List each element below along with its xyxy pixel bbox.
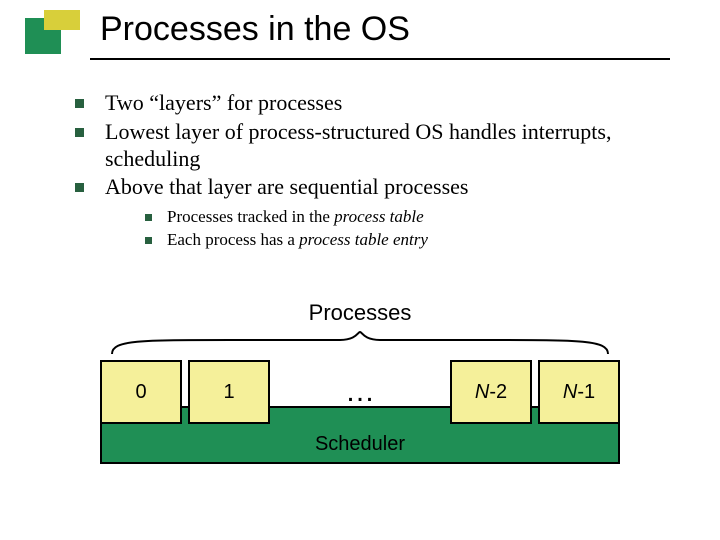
bullet-item: Lowest layer of process-structured OS ha… — [75, 119, 675, 173]
slide-title: Processes in the OS — [100, 10, 410, 49]
sub-bullet-list: Processes tracked in the process table E… — [105, 207, 675, 250]
process-box-label: N-2 — [475, 381, 507, 404]
var-suffix: -2 — [489, 381, 507, 403]
ellipsis-text: … — [345, 375, 375, 409]
process-boxes-row: 0 1 … N-2 N-1 — [100, 360, 620, 424]
curly-brace-icon — [110, 330, 610, 356]
var-n: N — [563, 381, 577, 403]
process-box-0: 0 — [100, 360, 182, 424]
scheduler-label: Scheduler — [315, 433, 405, 456]
sub-bullet-text: Processes tracked in the — [167, 207, 334, 226]
process-box-ellipsis: … — [270, 360, 450, 424]
bullet-item: Two “layers” for processes — [75, 90, 675, 117]
bullet-text: Above that layer are sequential processe… — [105, 174, 468, 199]
var-n: N — [475, 381, 489, 403]
bullet-list: Two “layers” for processes Lowest layer … — [75, 90, 675, 253]
accent-square-yellow — [44, 10, 80, 30]
process-box-n-2: N-2 — [450, 360, 532, 424]
sub-bullet-item: Processes tracked in the process table — [145, 207, 675, 228]
sub-bullet-ital: process table — [334, 207, 424, 226]
slide: Processes in the OS Two “layers” for pro… — [0, 0, 720, 540]
bullet-text: Two “layers” for processes — [105, 90, 342, 115]
sub-bullet-ital: process table entry — [299, 230, 428, 249]
process-box-label: N-1 — [563, 381, 595, 404]
processes-group-label: Processes — [0, 300, 720, 326]
sub-bullet-text: Each process has a — [167, 230, 299, 249]
var-suffix: -1 — [577, 381, 595, 403]
process-box-n-1: N-1 — [538, 360, 620, 424]
title-underline — [90, 58, 670, 60]
process-layers-diagram: 0 1 … N-2 N-1 Scheduler — [100, 360, 620, 464]
sub-bullet-item: Each process has a process table entry — [145, 230, 675, 251]
bullet-text: Lowest layer of process-structured OS ha… — [105, 119, 611, 171]
bullet-item: Above that layer are sequential processe… — [75, 174, 675, 250]
process-box-label: 0 — [135, 381, 146, 404]
process-box-1: 1 — [188, 360, 270, 424]
process-box-label: 1 — [223, 381, 234, 404]
